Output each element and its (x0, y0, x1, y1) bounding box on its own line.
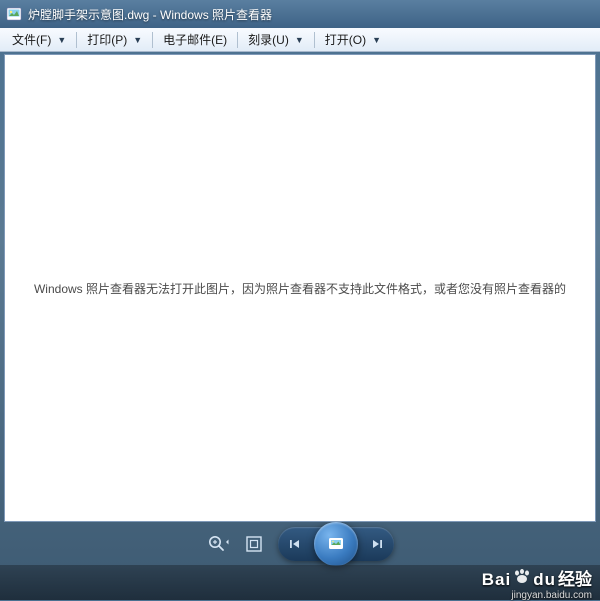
watermark-cn: 经验 (558, 565, 592, 590)
zoom-button[interactable] (206, 532, 230, 556)
chevron-down-icon: ▼ (57, 35, 66, 45)
menu-file-label: 文件(F) (12, 31, 51, 48)
menu-open[interactable]: 打开(O) ▼ (317, 28, 389, 51)
error-message: Windows 照片查看器无法打开此图片，因为照片查看器不支持此文件格式，或者您… (22, 280, 578, 297)
menu-open-label: 打开(O) (325, 31, 366, 48)
window-title: 炉膛脚手架示意图.dwg - Windows 照片查看器 (28, 6, 272, 23)
watermark-url: jingyan.baidu.com (511, 590, 592, 601)
window-frame: 炉膛脚手架示意图.dwg - Windows 照片查看器 文件(F) ▼ 打印(P… (0, 0, 600, 565)
chevron-down-icon: ▼ (133, 35, 142, 45)
slideshow-button[interactable] (314, 522, 358, 566)
menu-file[interactable]: 文件(F) ▼ (4, 28, 74, 51)
chevron-down-icon: ▼ (372, 35, 381, 45)
content-area: Windows 照片查看器无法打开此图片，因为照片查看器不支持此文件格式，或者您… (4, 54, 596, 522)
magnifier-icon (207, 534, 229, 554)
next-icon (370, 537, 384, 551)
menu-email-label: 电子邮件(E) (163, 31, 227, 48)
next-button[interactable] (362, 529, 392, 559)
paw-icon (513, 569, 531, 585)
menu-burn[interactable]: 刻录(U) ▼ (240, 28, 312, 51)
watermark-brand-part2: du (533, 570, 556, 590)
menu-separator (237, 32, 238, 48)
menu-burn-label: 刻录(U) (248, 31, 289, 48)
menu-email[interactable]: 电子邮件(E) (155, 28, 235, 51)
slideshow-icon (325, 533, 347, 555)
menu-separator (314, 32, 315, 48)
menu-separator (152, 32, 153, 48)
menu-print[interactable]: 打印(P) ▼ (79, 28, 150, 51)
chevron-down-icon: ▼ (295, 35, 304, 45)
watermark: Bai du 经验 jingyan.baidu.com (482, 565, 592, 601)
media-controls (278, 527, 394, 561)
menu-bar: 文件(F) ▼ 打印(P) ▼ 电子邮件(E) 刻录(U) ▼ 打开(O) ▼ (0, 28, 600, 52)
title-bar[interactable]: 炉膛脚手架示意图.dwg - Windows 照片查看器 (0, 0, 600, 28)
menu-separator (76, 32, 77, 48)
watermark-brand-part1: Bai (482, 570, 511, 590)
app-icon (6, 6, 22, 22)
actual-size-button[interactable] (242, 532, 266, 556)
menu-print-label: 打印(P) (87, 31, 127, 48)
previous-icon (288, 537, 302, 551)
previous-button[interactable] (280, 529, 310, 559)
fit-icon (245, 535, 263, 553)
bottom-toolbar (0, 522, 600, 565)
taskbar: Bai du 经验 jingyan.baidu.com (0, 565, 600, 600)
